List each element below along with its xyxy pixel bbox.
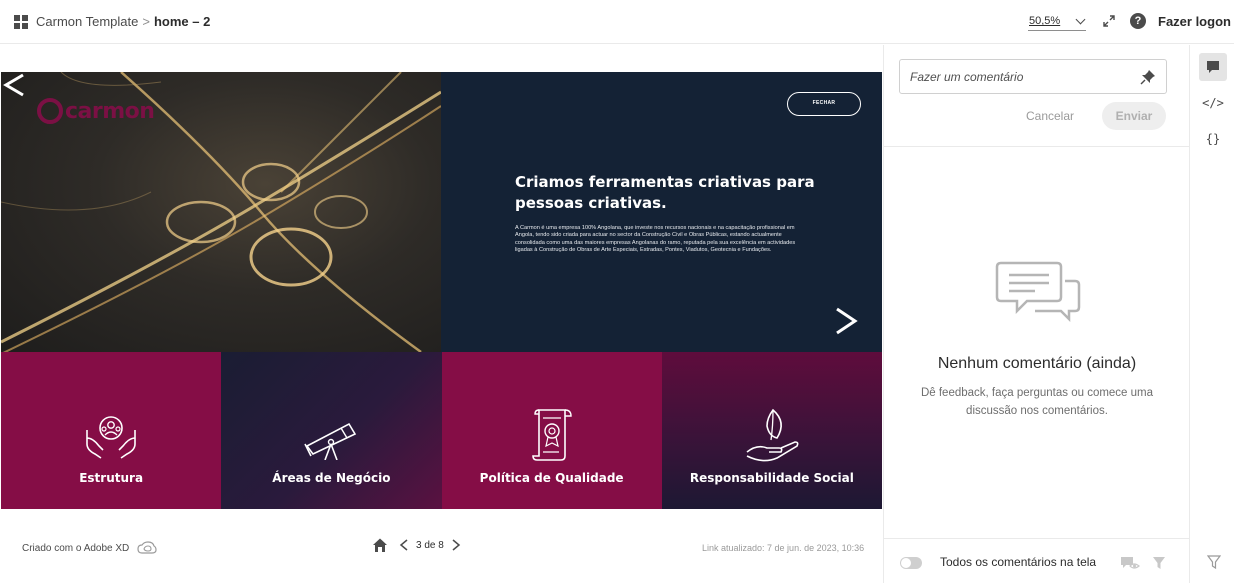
- cancel-button[interactable]: Cancelar: [1018, 103, 1082, 129]
- expand-icon[interactable]: [1101, 13, 1117, 29]
- comments-tab[interactable]: [1199, 53, 1227, 81]
- comment-input[interactable]: Fazer um comentário: [899, 59, 1167, 94]
- right-rail: </> {}: [1189, 45, 1234, 583]
- chat-bubbles-icon: [995, 261, 1081, 323]
- arrow-left-icon[interactable]: [1, 72, 27, 98]
- empty-state-title: Nenhum comentário (ainda): [937, 355, 1137, 372]
- arrow-right-icon[interactable]: [833, 306, 859, 336]
- panel-divider: [884, 146, 1190, 147]
- breadcrumb-current-page: home – 2: [153, 14, 211, 29]
- home-icon[interactable]: [372, 537, 388, 553]
- telescope-icon: [304, 422, 357, 460]
- show-all-comments-label: Todos os comentários na tela: [940, 555, 1097, 569]
- breadcrumb: Carmon Template > home – 2: [36, 14, 210, 29]
- empty-state-description: Dê feedback, faça perguntas ou comece um…: [920, 387, 1154, 417]
- comment-visibility-icon[interactable]: [1120, 555, 1140, 571]
- tile-responsabilidade-social[interactable]: Responsabilidade Social: [661, 352, 882, 509]
- zoom-value: 50,5%: [1029, 15, 1061, 27]
- send-button[interactable]: Enviar: [1102, 102, 1166, 130]
- comment-icon: [1207, 61, 1219, 73]
- breadcrumb-separator: >: [142, 14, 150, 29]
- tile-label: Áreas de Negócio: [272, 471, 391, 485]
- login-link[interactable]: Fazer logon: [1158, 14, 1231, 29]
- carmon-logo: carmon: [37, 98, 155, 124]
- hero-title: Criamos ferramentas criativas para pesso…: [515, 173, 815, 212]
- show-all-comments-toggle[interactable]: [900, 557, 922, 569]
- tile-label: Responsabilidade Social: [689, 471, 854, 485]
- prototype-preview: carmon FECHAR Criamos ferramentas criati…: [0, 45, 883, 583]
- grid-icon[interactable]: [14, 15, 28, 29]
- help-icon[interactable]: ?: [1130, 13, 1146, 29]
- made-with-label: Criado com o Adobe XD: [22, 542, 130, 554]
- made-with-xd: Criado com o Adobe XD: [22, 541, 157, 555]
- chevron-down-icon: [1075, 14, 1086, 25]
- panel-footer-divider: [884, 538, 1190, 539]
- feature-tiles: Estrutura Áreas de Negócio Política de Q…: [1, 352, 882, 509]
- artboard: carmon FECHAR Criamos ferramentas criati…: [1, 72, 882, 554]
- team-hands-icon: [86, 416, 136, 459]
- tile-areas-negocio[interactable]: Áreas de Negócio: [221, 352, 442, 509]
- page-navigator: 3 de 8: [372, 537, 468, 553]
- breadcrumb-project[interactable]: Carmon Template: [36, 14, 138, 29]
- comment-placeholder: Fazer um comentário: [910, 70, 1024, 84]
- top-bar: Carmon Template > home – 2 50,5% ? Fazer l…: [0, 0, 1234, 44]
- page-counter: 3 de 8: [416, 539, 444, 551]
- rail-filter-icon[interactable]: [1207, 554, 1221, 570]
- tile-label: Política de Qualidade: [479, 471, 624, 485]
- close-button[interactable]: FECHAR: [787, 92, 861, 116]
- previous-page-icon[interactable]: [398, 538, 410, 552]
- hero-text-panel: FECHAR Criamos ferramentas criativas par…: [441, 72, 882, 352]
- tile-label: Estrutura: [79, 471, 144, 485]
- certificate-scroll-icon: [531, 409, 572, 461]
- filter-icon[interactable]: [1152, 555, 1166, 571]
- hero-body: A Carmon é uma empresa 100% Angolana, qu…: [515, 225, 796, 254]
- creative-cloud-icon: [137, 541, 157, 554]
- tile-politica-qualidade[interactable]: Política de Qualidade: [441, 352, 662, 509]
- comments-panel: Fazer um comentário Cancelar Enviar Nenh…: [883, 45, 1190, 583]
- next-page-icon[interactable]: [450, 538, 462, 552]
- hand-leaf-icon: [746, 408, 799, 462]
- tile-estrutura[interactable]: Estrutura: [1, 352, 222, 509]
- logo-ring-icon: [37, 98, 63, 124]
- zoom-select[interactable]: 50,5%: [1028, 13, 1086, 31]
- logo-text: carmon: [65, 98, 155, 124]
- pin-icon[interactable]: [1140, 69, 1156, 85]
- json-tab[interactable]: {}: [1199, 125, 1227, 153]
- code-tab[interactable]: </>: [1199, 89, 1227, 117]
- link-updated-text: Link atualizado: 7 de jun. de 2023, 10:3…: [702, 543, 865, 553]
- hero-photo: carmon: [1, 72, 441, 352]
